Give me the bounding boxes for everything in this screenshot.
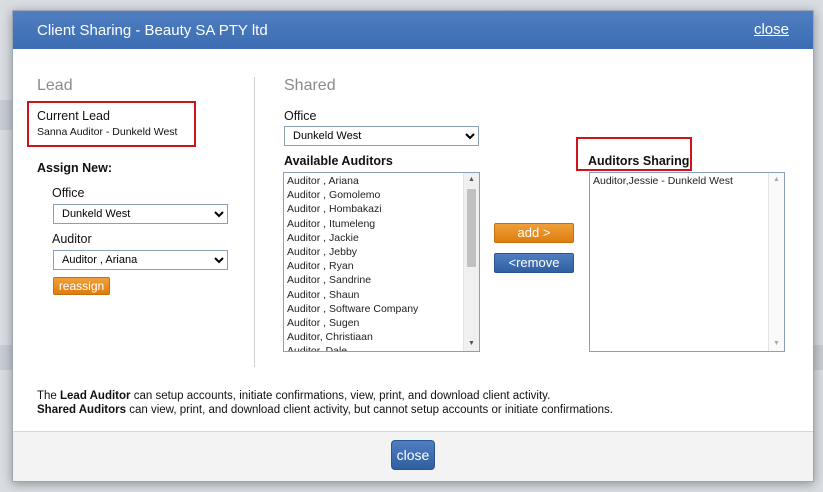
list-item[interactable]: Auditor , Jebby <box>284 245 463 259</box>
lead-auditor-label: Auditor <box>52 232 92 246</box>
scroll-up-icon[interactable]: ▲ <box>769 173 784 187</box>
section-divider <box>254 77 255 367</box>
lead-auditor-description: The Lead Auditor can setup accounts, ini… <box>37 390 551 402</box>
auditors-sharing-list[interactable]: Auditor,Jessie - Dunkeld West ▲ ▼ <box>589 172 785 352</box>
scroll-down-icon[interactable]: ▼ <box>464 337 479 351</box>
add-button[interactable]: add > <box>494 223 574 243</box>
available-auditors-label: Available Auditors <box>284 154 393 168</box>
sharing-scrollbar[interactable]: ▲ ▼ <box>768 173 784 351</box>
list-item[interactable]: Auditor , Ryan <box>284 259 463 273</box>
lead-heading: Lead <box>37 77 73 94</box>
role-description: The Lead Auditor can setup accounts, ini… <box>37 389 613 417</box>
assign-new-label: Assign New: <box>37 161 113 175</box>
auditors-sharing-label: Auditors Sharing <box>588 154 690 168</box>
lead-office-select[interactable]: Dunkeld West <box>53 204 228 224</box>
background-strip <box>0 100 12 130</box>
current-lead-value: Sanna Auditor - Dunkeld West <box>37 126 178 138</box>
list-item[interactable]: Auditor , Hombakazi <box>284 202 463 216</box>
current-lead-label: Current Lead <box>37 109 110 123</box>
dialog-title: Client Sharing - Beauty SA PTY ltd <box>37 22 268 39</box>
scroll-thumb[interactable] <box>467 189 476 267</box>
close-link[interactable]: close <box>754 21 789 38</box>
client-sharing-dialog: Client Sharing - Beauty SA PTY ltd close… <box>12 10 814 482</box>
list-item[interactable]: Auditor , Ariana <box>284 174 463 188</box>
list-item[interactable]: Auditor , Itumeleng <box>284 217 463 231</box>
list-item[interactable]: Auditor,Jessie - Dunkeld West <box>590 174 768 188</box>
scroll-up-icon[interactable]: ▲ <box>464 173 479 187</box>
remove-button[interactable]: <remove <box>494 253 574 273</box>
scroll-down-icon[interactable]: ▼ <box>769 337 784 351</box>
lead-office-label: Office <box>52 186 85 200</box>
dialog-titlebar: Client Sharing - Beauty SA PTY ltd close <box>13 11 813 49</box>
available-auditors-list[interactable]: Auditor , Ariana Auditor , Gomolemo Audito… <box>283 172 480 352</box>
shared-office-label: Office <box>284 109 317 123</box>
background-strip <box>0 345 12 370</box>
list-item[interactable]: Auditor , Shaun <box>284 288 463 302</box>
list-item[interactable]: Auditor , Sugen <box>284 316 463 330</box>
list-item[interactable]: Auditor , Sandrine <box>284 273 463 287</box>
lead-auditor-select[interactable]: Auditor , Ariana <box>53 250 228 270</box>
list-item[interactable]: Auditor, Christiaan <box>284 330 463 344</box>
shared-heading: Shared <box>284 77 336 94</box>
list-item[interactable]: Auditor , Software Company <box>284 302 463 316</box>
available-auditors-scrollbar[interactable]: ▲ ▼ <box>463 173 479 351</box>
reassign-button[interactable]: reassign <box>53 277 110 295</box>
list-item[interactable]: Auditor , Jackie <box>284 231 463 245</box>
close-button[interactable]: close <box>391 440 435 470</box>
list-item[interactable]: Auditor, Dale <box>284 344 463 351</box>
current-lead-highlight <box>27 101 196 147</box>
shared-office-select[interactable]: Dunkeld West <box>284 126 479 146</box>
shared-auditors-description: Shared Auditors can view, print, and dow… <box>37 404 613 416</box>
list-item[interactable]: Auditor , Gomolemo <box>284 188 463 202</box>
